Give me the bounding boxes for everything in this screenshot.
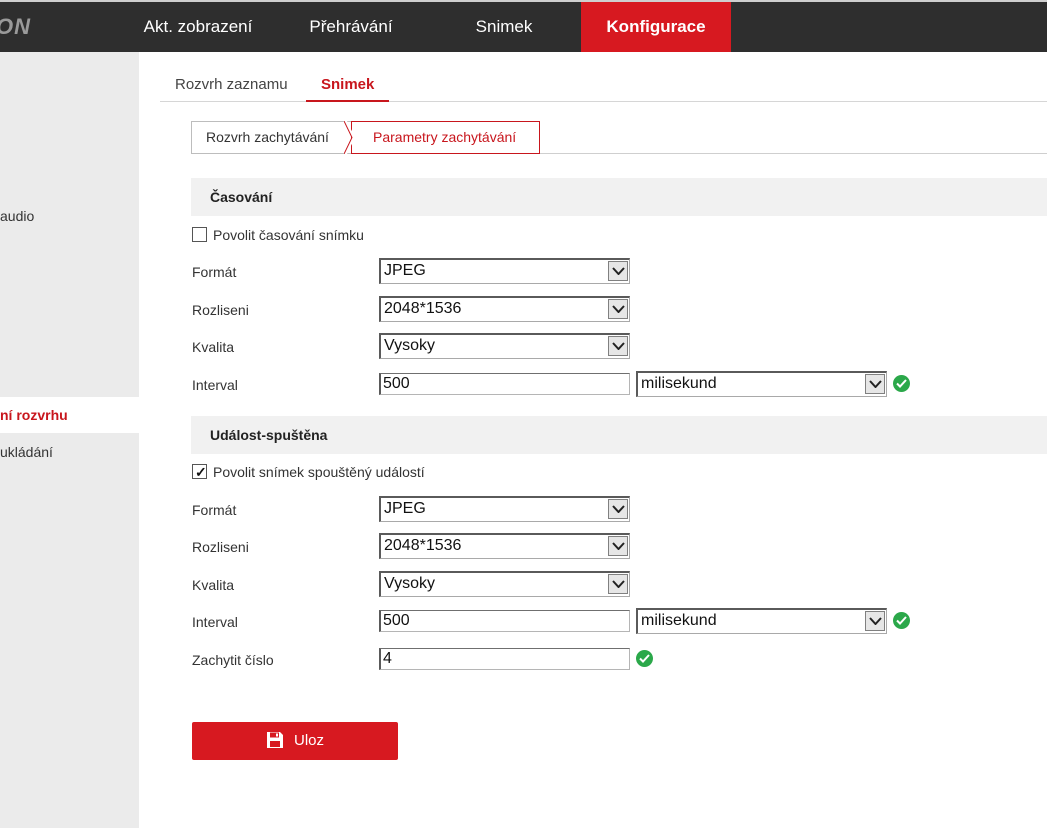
- check-circle-icon: [893, 612, 910, 629]
- chevron-down-icon: [608, 261, 628, 281]
- tab-record-schedule[interactable]: Rozvrh zaznamu: [175, 68, 288, 102]
- sidebar-item-label: ní rozvrhu: [0, 407, 68, 423]
- enable-timing-checkbox[interactable]: [192, 227, 207, 242]
- chevron-down-icon: [608, 299, 628, 319]
- event-quality-select[interactable]: Vysoky: [379, 571, 630, 597]
- check-circle-icon: [636, 650, 653, 667]
- timing-format-value: JPEG: [384, 262, 426, 279]
- nav-live-view[interactable]: Akt. zobrazení: [128, 2, 268, 52]
- nav-configuration[interactable]: Konfigurace: [581, 2, 731, 52]
- timing-format-label: Formát: [192, 264, 237, 280]
- section-header-event-triggered: Událost-spuštěna: [191, 416, 1047, 454]
- event-interval-unit-value: milisekund: [641, 612, 717, 629]
- event-interval-unit-select[interactable]: milisekund: [636, 608, 887, 634]
- timing-resolution-value: 2048*1536: [384, 300, 462, 317]
- tab-bar: Rozvrh zaznamu Snimek: [160, 68, 1047, 102]
- capture-count-value: 4: [383, 650, 392, 667]
- event-interval-value: 500: [383, 612, 410, 629]
- timing-interval-unit-select[interactable]: milisekund: [636, 371, 887, 397]
- timing-resolution-label: Rozliseni: [192, 302, 249, 318]
- event-format-value: JPEG: [384, 500, 426, 517]
- timing-interval-value: 500: [383, 375, 410, 392]
- timing-interval-label: Interval: [192, 377, 238, 393]
- timing-resolution-select[interactable]: 2048*1536: [379, 296, 630, 322]
- event-quality-label: Kvalita: [192, 577, 235, 593]
- enable-event-label: Povolit snímek spouštěný událostí: [213, 464, 425, 480]
- chevron-down-icon: [608, 574, 628, 594]
- event-format-label: Formát: [192, 502, 237, 518]
- event-resolution-select[interactable]: 2048*1536: [379, 533, 630, 559]
- section-header-timing: Časování: [191, 178, 1047, 216]
- enable-event-checkbox[interactable]: ✓: [192, 464, 207, 480]
- subtab-bar: Rozvrh zachytávání Parametry zachytávání: [191, 121, 1047, 154]
- sidebar: audio ní rozvrhu ukládání: [0, 52, 139, 828]
- save-button[interactable]: Uloz: [192, 722, 398, 760]
- chevron-down-icon: [608, 336, 628, 356]
- nav-picture[interactable]: Snimek: [452, 2, 556, 52]
- event-quality-value: Vysoky: [384, 575, 435, 592]
- floppy-disk-icon: [267, 732, 283, 748]
- chevron-down-icon: [865, 611, 885, 631]
- subtab-capture-parameters[interactable]: Parametry zachytávání: [351, 121, 540, 154]
- sidebar-item-storage[interactable]: ukládání: [0, 434, 139, 470]
- tab-capture[interactable]: Snimek: [306, 68, 390, 102]
- chevron-down-icon: [608, 536, 628, 556]
- event-resolution-label: Rozliseni: [192, 539, 249, 555]
- event-resolution-value: 2048*1536: [384, 537, 462, 554]
- capture-count-label: Zachytit číslo: [192, 652, 274, 668]
- breadcrumb-chevron-icon: [344, 121, 355, 154]
- sidebar-item-label: audio: [0, 208, 35, 224]
- check-circle-icon: [893, 375, 910, 392]
- timing-quality-select[interactable]: Vysoky: [379, 333, 630, 359]
- sidebar-item-schedule-settings[interactable]: ní rozvrhu: [0, 397, 139, 433]
- event-interval-input[interactable]: 500: [379, 610, 630, 632]
- timing-interval-input[interactable]: 500: [379, 373, 630, 395]
- top-navigation-bar: ON Akt. zobrazení Přehrávání Snimek Konf…: [0, 0, 1047, 52]
- timing-quality-value: Vysoky: [384, 337, 435, 354]
- capture-count-input[interactable]: 4: [379, 648, 630, 670]
- sidebar-item-audio[interactable]: audio: [0, 198, 139, 234]
- event-interval-label: Interval: [192, 614, 238, 630]
- subtab-capture-schedule[interactable]: Rozvrh zachytávání: [191, 121, 351, 154]
- timing-quality-label: Kvalita: [192, 339, 235, 355]
- brand-logo: ON: [0, 14, 31, 39]
- timing-interval-unit-value: milisekund: [641, 375, 717, 392]
- chevron-down-icon: [865, 374, 885, 394]
- event-format-select[interactable]: JPEG: [379, 496, 630, 522]
- nav-playback[interactable]: Přehrávání: [288, 2, 414, 52]
- save-button-label: Uloz: [294, 732, 325, 749]
- sidebar-item-label: ukládání: [0, 444, 53, 460]
- checkmark-icon: ✓: [195, 464, 207, 480]
- timing-format-select[interactable]: JPEG: [379, 258, 630, 284]
- enable-timing-label: Povolit časování snímku: [213, 227, 364, 243]
- chevron-down-icon: [608, 499, 628, 519]
